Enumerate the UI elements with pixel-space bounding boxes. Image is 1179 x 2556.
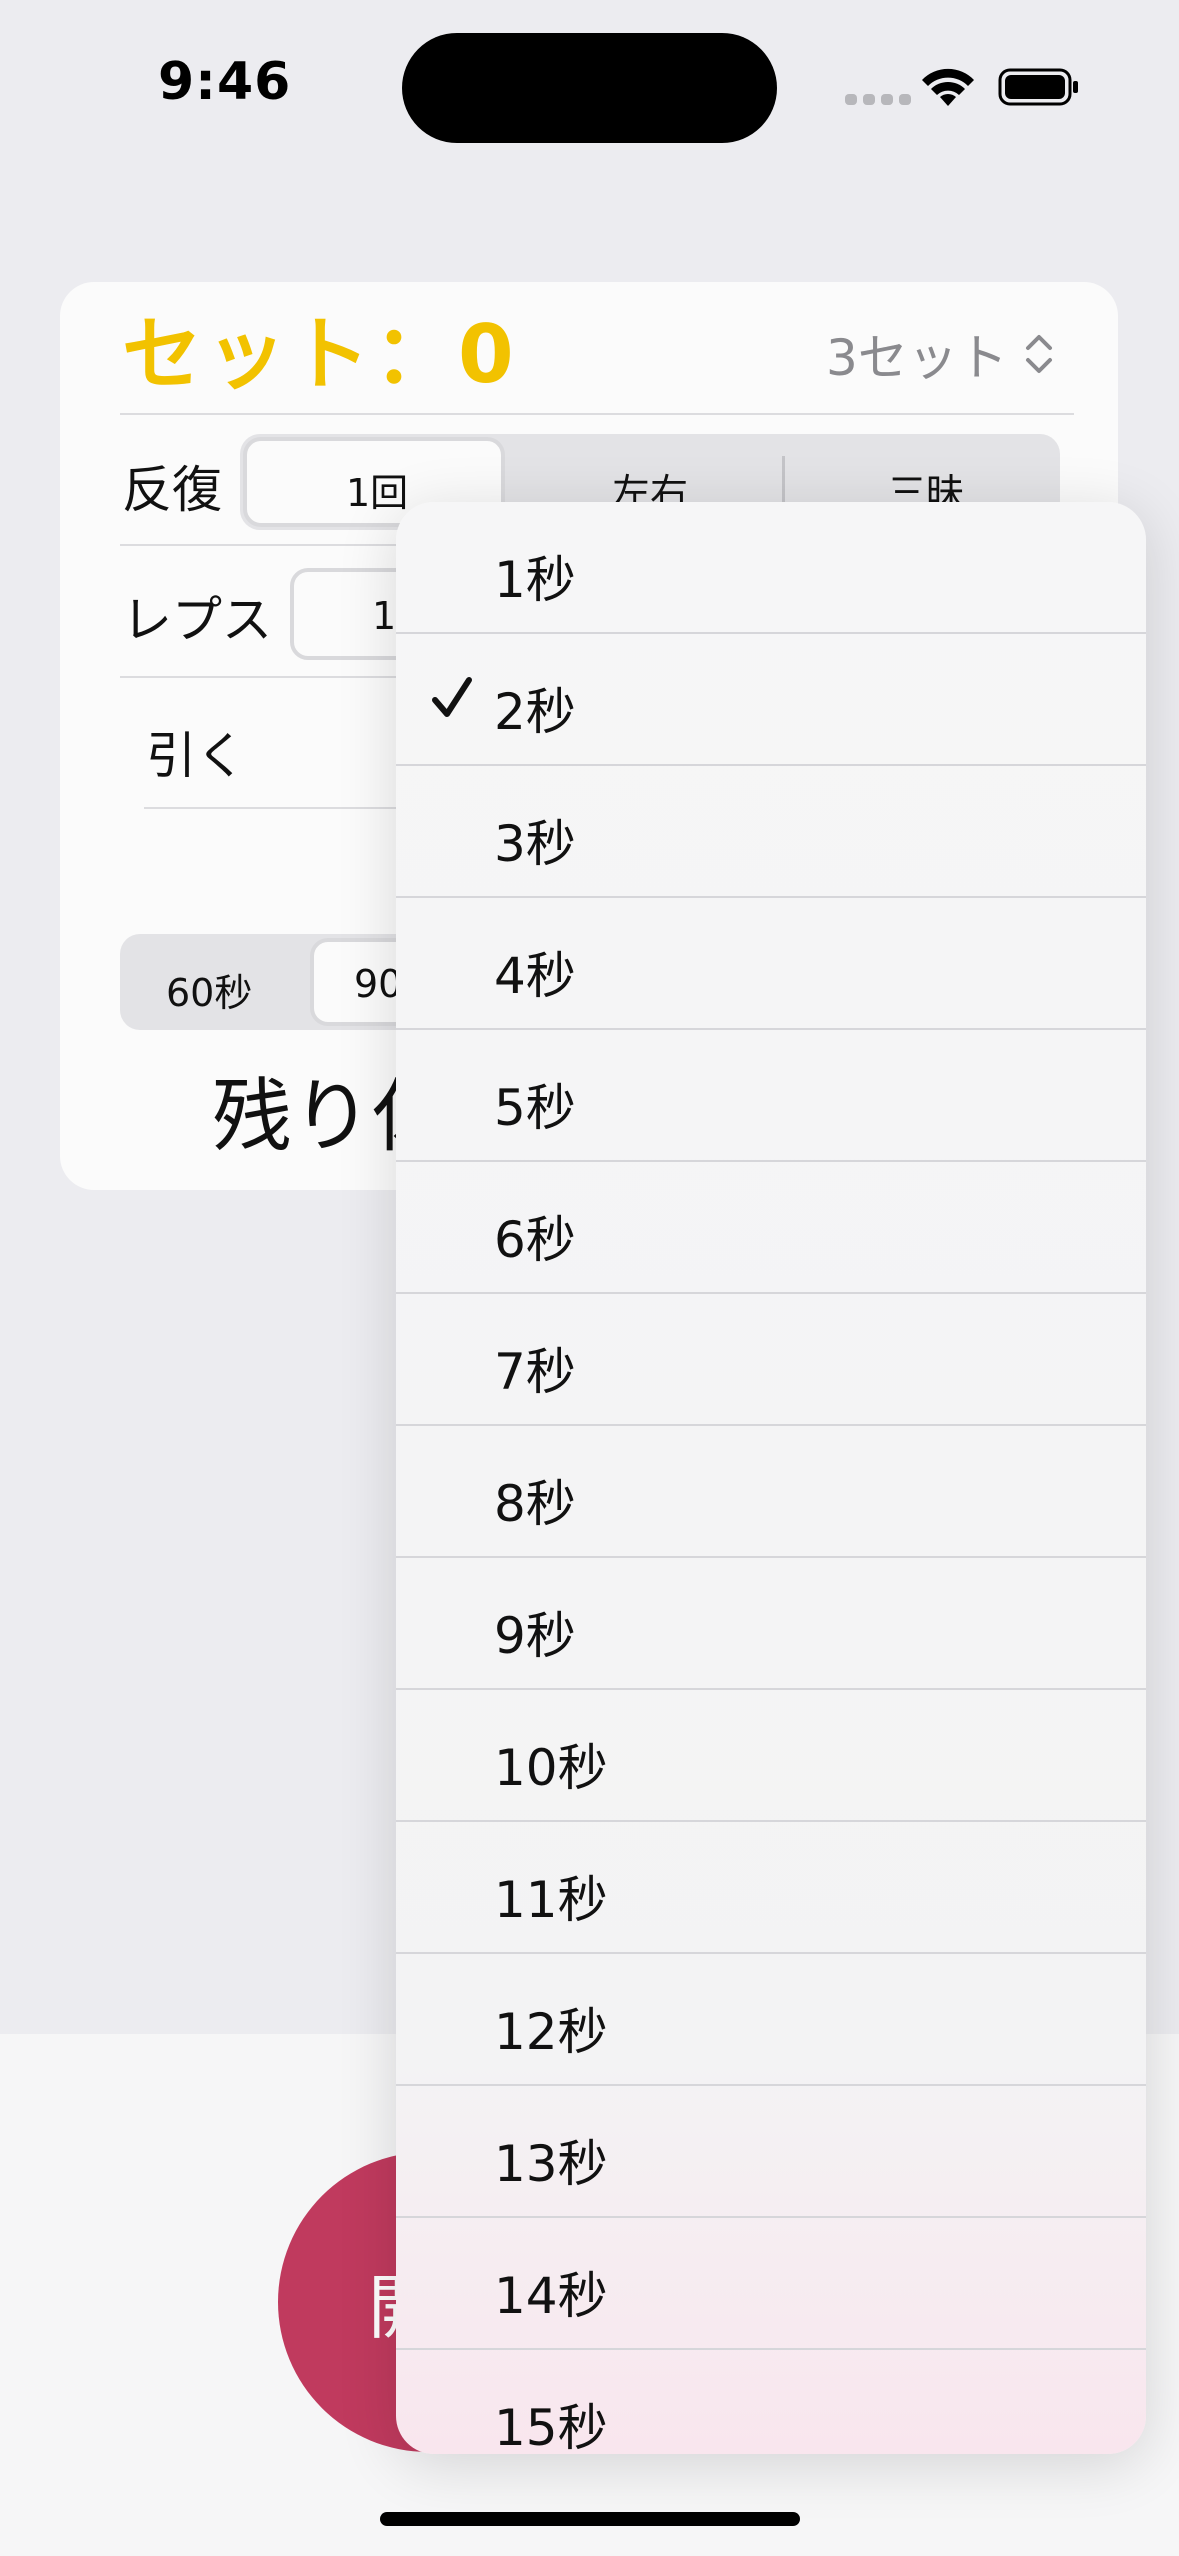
menu-item-label: 8秒 [494,1475,576,1533]
checkmark-icon [432,677,472,717]
menu-item-label: 11秒 [494,1871,608,1929]
sets-counter: セット：0 [122,308,518,401]
menu-item[interactable]: 3秒 [396,766,1146,898]
cellular-signal-icon [845,94,911,105]
menu-item[interactable]: 6秒 [396,1162,1146,1294]
menu-item[interactable]: 7秒 [396,1294,1146,1426]
menu-item[interactable]: 2秒 [396,634,1146,766]
menu-item-label: 12秒 [494,2003,608,2061]
home-indicator[interactable] [380,2512,800,2526]
menu-item[interactable]: 11秒 [396,1822,1146,1954]
menu-item[interactable]: 15秒 [396,2350,1146,2454]
menu-item[interactable]: 1秒 [396,502,1146,634]
sets-picker[interactable]: 3セット [826,318,1056,390]
menu-item-label: 7秒 [494,1343,576,1401]
divider [144,807,414,809]
menu-item-label: 14秒 [494,2267,608,2325]
menu-item-label: 9秒 [494,1607,576,1665]
menu-item[interactable]: 8秒 [396,1426,1146,1558]
menu-item-label: 4秒 [494,947,576,1005]
menu-item[interactable]: 9秒 [396,1558,1146,1690]
menu-item-label: 5秒 [494,1079,576,1137]
menu-item-label: 1秒 [494,551,576,609]
dynamic-island [402,33,777,143]
wifi-icon [922,68,974,106]
menu-item-label: 3秒 [494,815,576,873]
menu-item[interactable]: 5秒 [396,1030,1146,1162]
status-time: 9:46 [158,52,292,112]
menu-item[interactable]: 10秒 [396,1690,1146,1822]
battery-icon [998,68,1078,106]
divider [120,544,410,546]
pull-label: 引く [146,727,246,785]
reps-label: レプス [122,591,272,649]
sets-picker-value: 3セット [826,329,1008,387]
seconds-dropdown-menu: 1秒 2秒 3秒 4秒 5秒 6秒 7秒 8秒 9秒 10秒 11秒 12秒 13秒 14秒 15秒 [396,502,1146,2454]
menu-item[interactable]: 14秒 [396,2218,1146,2350]
rest-segment-60[interactable]: 60秒 [166,962,252,1017]
segment-divider [782,456,785,508]
chevron-up-down-icon [1025,335,1052,373]
menu-item[interactable]: 4秒 [396,898,1146,1030]
divider [120,413,1074,415]
menu-item-label: 15秒 [494,2399,608,2454]
divider [120,676,410,678]
menu-item-label: 6秒 [494,1211,576,1269]
repetition-label: 反復 [122,461,222,519]
status-bar: 9:46 [0,0,1179,180]
menu-item-label: 2秒 [494,683,576,741]
menu-item[interactable]: 12秒 [396,1954,1146,2086]
menu-item-label: 13秒 [494,2135,608,2193]
menu-item-label: 10秒 [494,1739,608,1797]
menu-item[interactable]: 13秒 [396,2086,1146,2218]
